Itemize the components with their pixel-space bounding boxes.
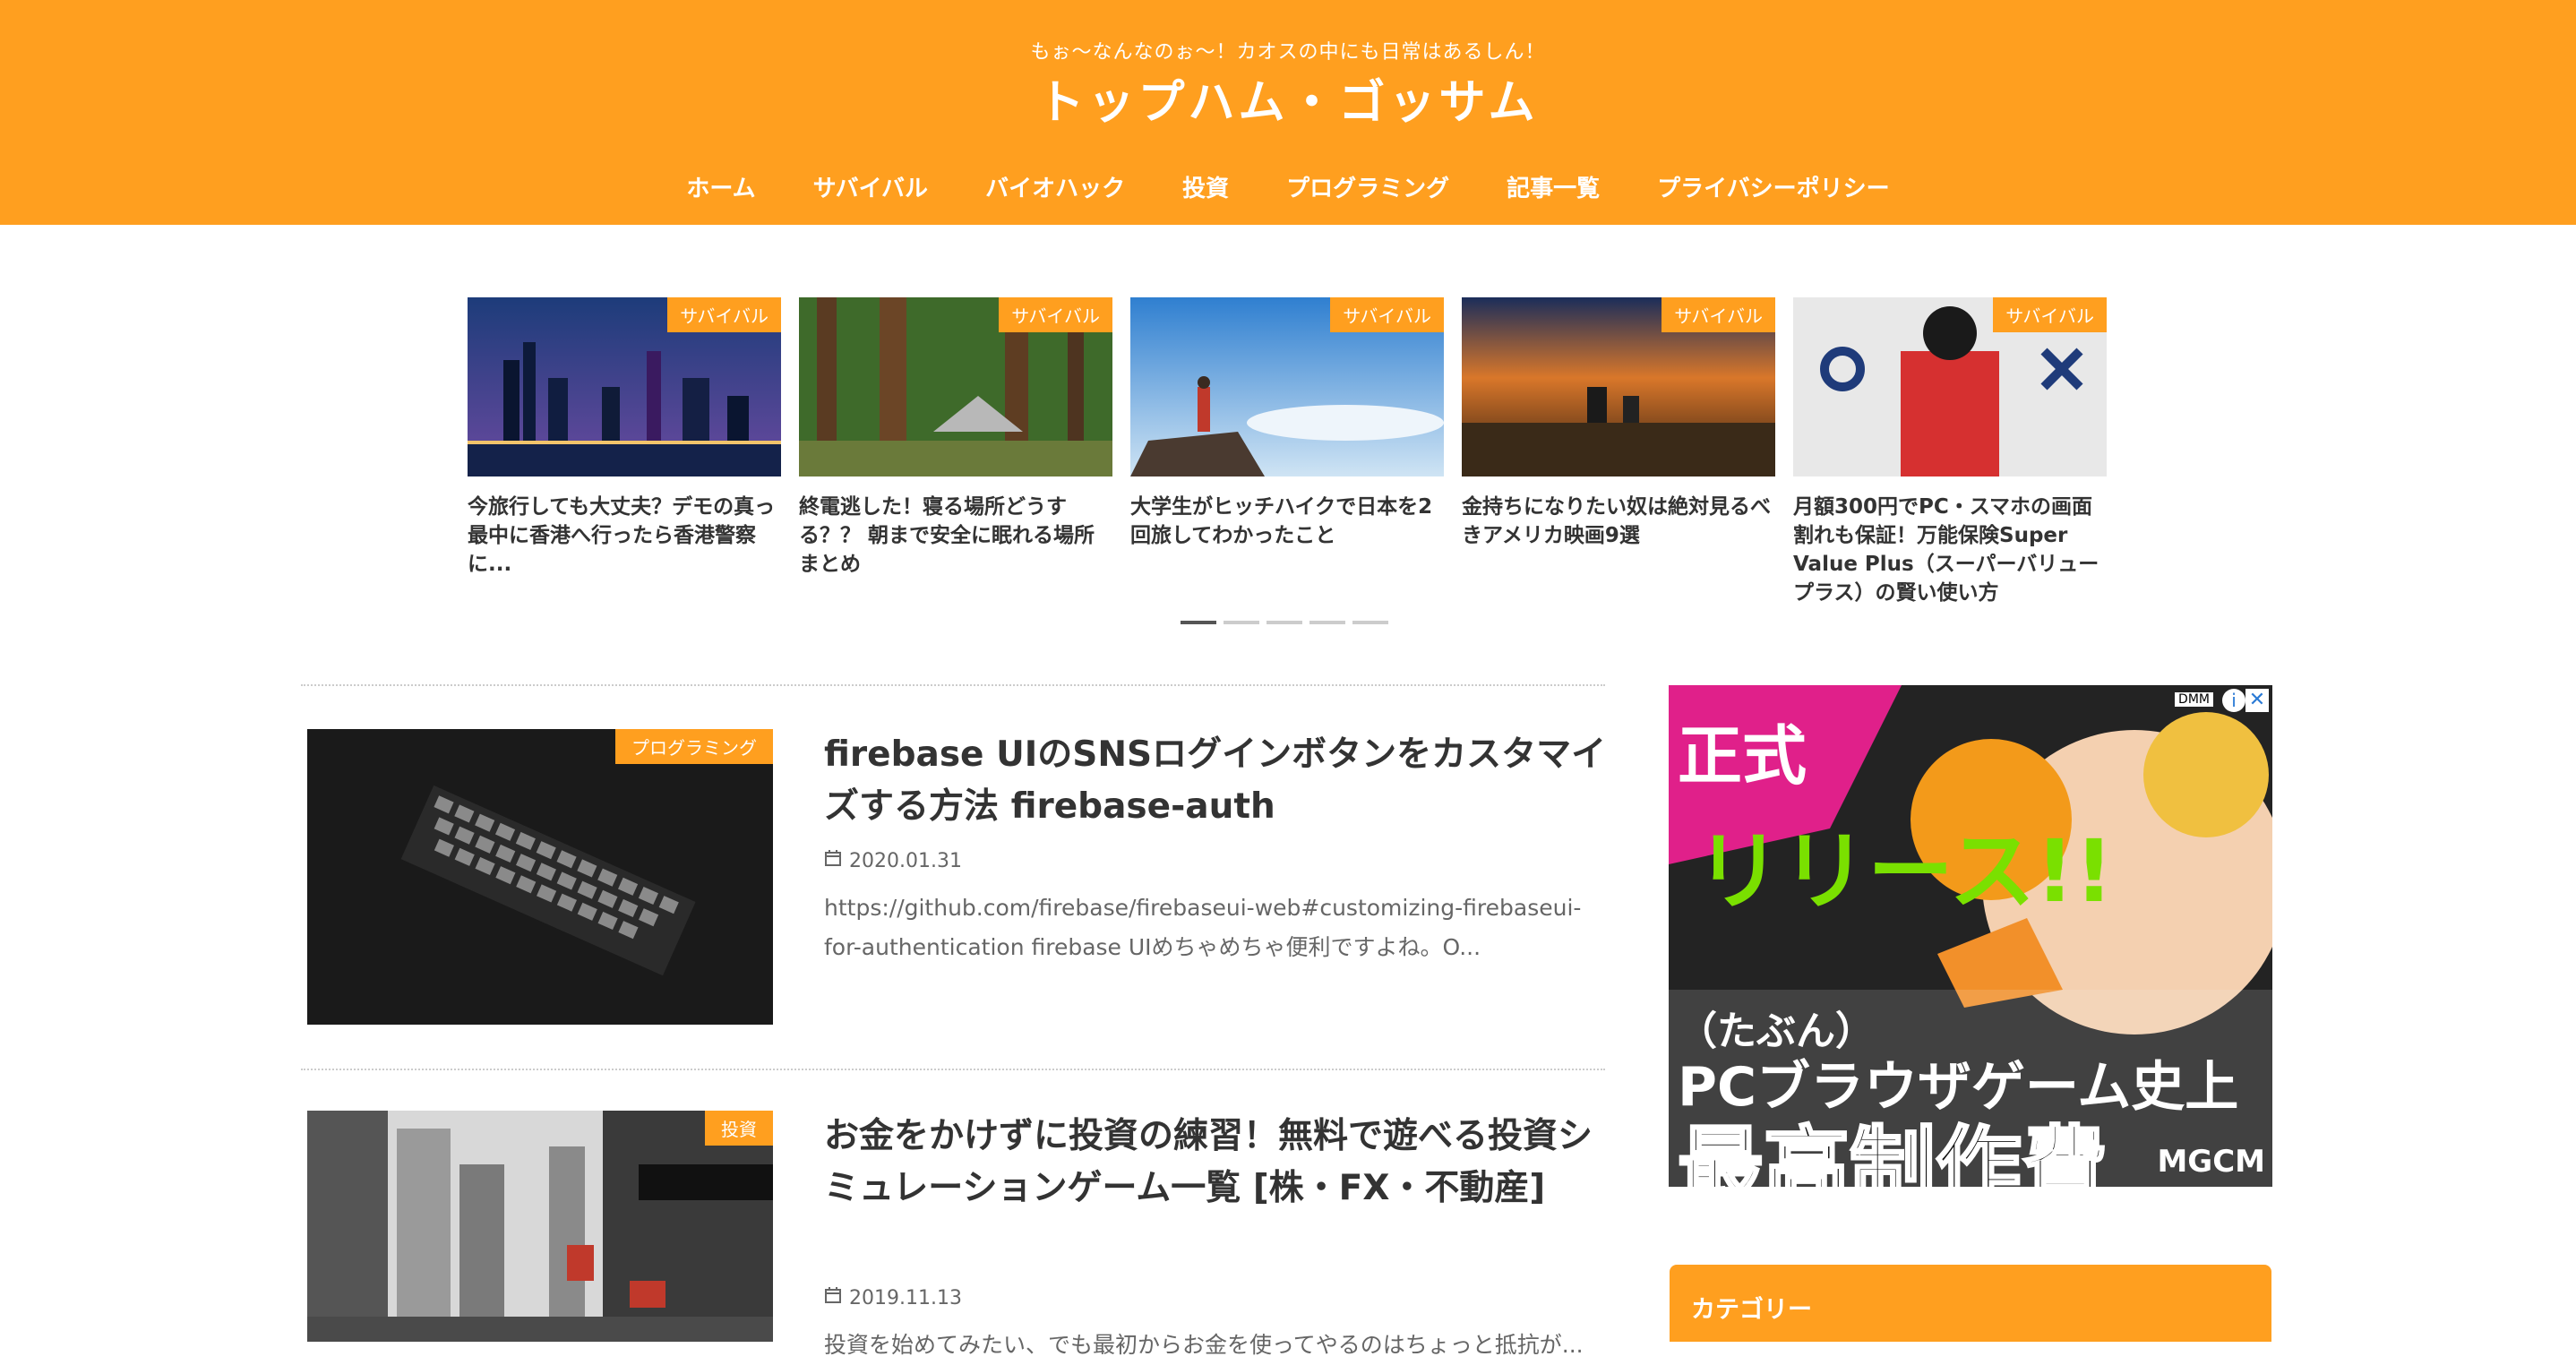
carousel-card-title[interactable]: 金持ちになりたい奴は絶対見るべきアメリカ映画9選: [1462, 493, 1775, 550]
article-date: 2020.01.31: [824, 849, 962, 872]
carousel-card[interactable]: サバイバル 終電逃した！寝る場所どうする？？ 朝まで安全に眠れる場所まとめ: [799, 297, 1112, 579]
site-title[interactable]: トップハム・ゴッサム: [0, 64, 2576, 132]
sidebar-ad-banner[interactable]: 正式 リリース!! （たぶん） PCブラウザゲーム史上 最高制作費 MGCM D…: [1669, 685, 2272, 1187]
carousel-dot[interactable]: [1309, 621, 1345, 624]
category-badge[interactable]: 投資: [705, 1111, 773, 1146]
article-item: 投資 お金をかけずに投資の練習！無料で遊べる投資シミュレーションゲーム一覧 [株…: [307, 1111, 1606, 1358]
carousel-card-title[interactable]: 終電逃した！寝る場所どうする？？ 朝まで安全に眠れる場所まとめ: [799, 493, 1112, 579]
carousel-card[interactable]: サバイバル 金持ちになりたい奴は絶対見るべきアメリカ映画9選: [1462, 297, 1775, 550]
divider: [301, 684, 1605, 686]
ad-close-icon[interactable]: ✕: [2245, 689, 2269, 712]
carousel-thumbnail[interactable]: サバイバル: [799, 297, 1112, 476]
article-title[interactable]: firebase UIのSNSログインボタンをカスタマイズする方法 fireba…: [824, 729, 1612, 833]
carousel-thumbnail[interactable]: サバイバル: [1130, 297, 1444, 476]
site-header: もぉ〜なんなのぉ〜！カオスの中にも日常はあるしん！ トップハム・ゴッサム ホーム…: [0, 0, 2576, 225]
site-tagline: もぉ〜なんなのぉ〜！カオスの中にも日常はあるしん！: [1030, 41, 1546, 64]
calendar-icon: [824, 1286, 842, 1309]
carousel-card[interactable]: サバイバル 今旅行しても大丈夫？デモの真っ最中に香港へ行ったら香港警察に...: [468, 297, 781, 579]
article-date-text: 2019.11.13: [849, 1286, 962, 1309]
article-title[interactable]: お金をかけずに投資の練習！無料で遊べる投資シミュレーションゲーム一覧 [株・FX…: [824, 1111, 1612, 1215]
nav-item-investment[interactable]: 投資: [1182, 170, 1229, 203]
article-thumbnail[interactable]: 投資: [307, 1111, 773, 1342]
carousel-dot[interactable]: [1352, 621, 1388, 624]
article-excerpt: https://github.com/firebase/firebaseui-w…: [824, 895, 1582, 960]
ad-dmm-logo: DMM: [2175, 692, 2213, 707]
category-badge[interactable]: サバイバル: [1993, 297, 2107, 332]
carousel-dot[interactable]: [1267, 621, 1302, 624]
ad-logo: MGCM: [2157, 1144, 2265, 1180]
calendar-icon: [824, 849, 842, 872]
ad-headline-5: 最高制作費: [1677, 1116, 2109, 1188]
nav-item-articles[interactable]: 記事一覧: [1507, 170, 1600, 203]
category-badge[interactable]: サバイバル: [1662, 297, 1775, 332]
carousel-thumbnail[interactable]: サバイバル: [1793, 297, 2107, 476]
nav-item-survival[interactable]: サバイバル: [813, 170, 928, 203]
carousel-thumbnail[interactable]: サバイバル: [1462, 297, 1775, 476]
category-badge[interactable]: サバイバル: [667, 297, 781, 332]
category-widget-title: カテゴリー: [1691, 1296, 1812, 1324]
carousel-dot[interactable]: [1224, 621, 1259, 624]
carousel-card-title[interactable]: 月額300円でPC・スマホの画面割れも保証！万能保険Super Value Pl…: [1793, 493, 2107, 607]
article-item: プログラミング firebase UIのSNSログインボタンをカスタマイズする方…: [307, 729, 1606, 1025]
category-badge[interactable]: プログラミング: [615, 729, 773, 764]
nav-item-biohack[interactable]: バイオハック: [985, 170, 1125, 203]
ad-headline-1: 正式: [1678, 718, 1807, 794]
carousel-card[interactable]: サバイバル 大学生がヒッチハイクで日本を2回旅してわかったこと: [1130, 297, 1444, 550]
carousel-dot[interactable]: [1181, 621, 1216, 624]
article-thumbnail[interactable]: プログラミング: [307, 729, 773, 1025]
category-badge[interactable]: サバイバル: [1330, 297, 1444, 332]
carousel-card[interactable]: サバイバル 月額300円でPC・スマホの画面割れも保証！万能保険Super Va…: [1793, 297, 2107, 607]
carousel-thumbnail[interactable]: サバイバル: [468, 297, 781, 476]
ad-headline-2: リリース!!: [1696, 821, 2114, 922]
nav-item-privacy[interactable]: プライバシーポリシー: [1657, 170, 1889, 203]
article-date-text: 2020.01.31: [849, 849, 962, 872]
nav-item-programming[interactable]: プログラミング: [1286, 170, 1449, 203]
category-widget: カテゴリー: [1670, 1265, 2271, 1342]
featured-carousel: サバイバル 今旅行しても大丈夫？デモの真っ最中に香港へ行ったら香港警察に... …: [468, 297, 2107, 638]
carousel-card-title[interactable]: 今旅行しても大丈夫？デモの真っ最中に香港へ行ったら香港警察に...: [468, 493, 781, 579]
nav-item-home[interactable]: ホーム: [686, 170, 755, 203]
ad-info-icon[interactable]: i: [2222, 689, 2245, 712]
carousel-pagination: [1181, 621, 1388, 624]
article-date: 2019.11.13: [824, 1286, 962, 1309]
carousel-card-title[interactable]: 大学生がヒッチハイクで日本を2回旅してわかったこと: [1130, 493, 1444, 550]
category-badge[interactable]: サバイバル: [999, 297, 1112, 332]
divider: [301, 1069, 1605, 1070]
article-excerpt: 投資を始めてみたい、でも最初からお金を使ってやるのはちょっと抵抗が...: [824, 1332, 1584, 1358]
main-nav: ホーム サバイバル バイオハック 投資 プログラミング 記事一覧 プライバシーポ…: [0, 170, 2576, 203]
